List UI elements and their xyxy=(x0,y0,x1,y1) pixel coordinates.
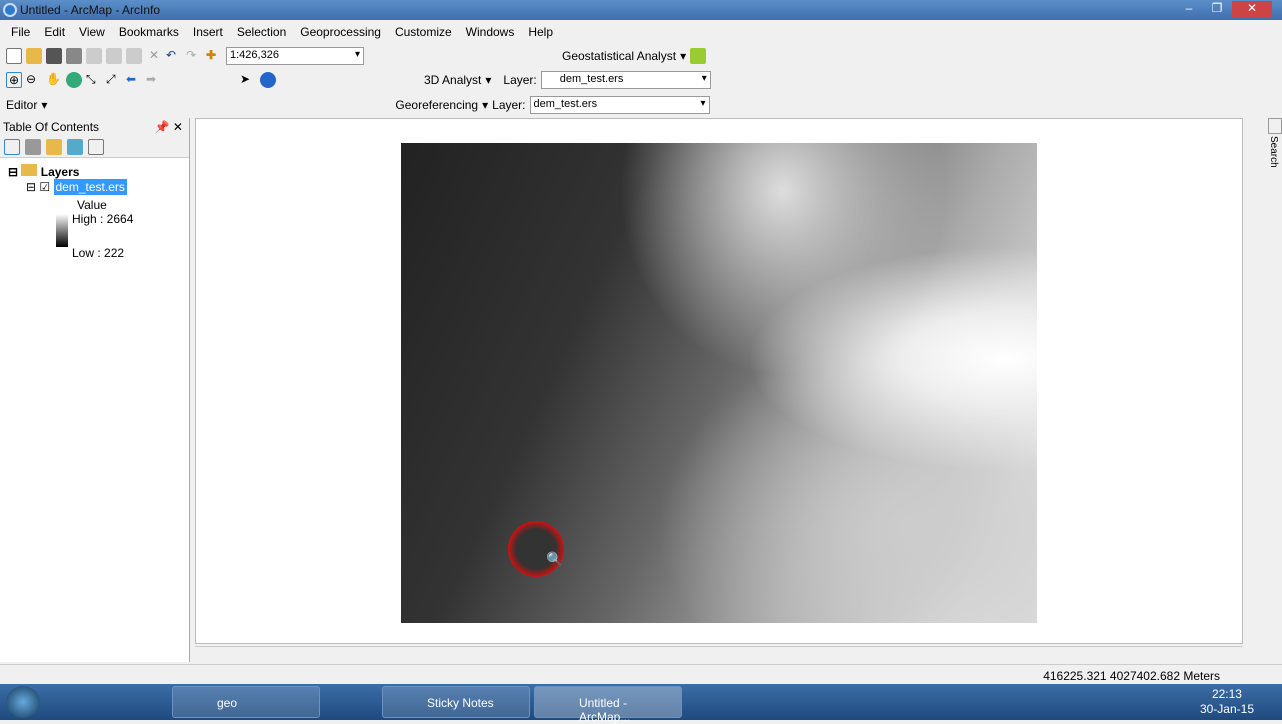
3d-layer-combo[interactable]: dem_test.ers xyxy=(540,71,711,89)
new-icon[interactable] xyxy=(6,48,22,64)
clock[interactable]: 22:13 30-Jan-15 xyxy=(1200,687,1254,717)
geostatistical-analyst-menu[interactable]: Geostatistical Analyst xyxy=(562,49,676,63)
dem-raster[interactable] xyxy=(401,143,1037,623)
toc-close-icon[interactable]: 📌 ✕ xyxy=(155,120,183,134)
layer-node[interactable]: ⊟ ☑ dem_test.ers xyxy=(26,179,127,195)
save-icon[interactable] xyxy=(46,48,62,64)
minimize-button[interactable]: – xyxy=(1176,1,1202,17)
menu-geoprocessing[interactable]: Geoprocessing xyxy=(293,25,388,39)
layer-name[interactable]: dem_test.ers xyxy=(53,179,127,195)
zoom-in-icon[interactable]: ⊕ xyxy=(6,72,22,88)
horizontal-scrollbar[interactable] xyxy=(195,646,1243,660)
taskbar-geo[interactable]: geo xyxy=(172,686,320,718)
taskbar: geo Sticky Notes Untitled - ArcMap... 22… xyxy=(0,684,1282,724)
print-icon[interactable] xyxy=(66,48,82,64)
standard-toolbar: ✕ ↶ ↷ ✚ 1:426,326 Geostatistical Analyst… xyxy=(0,44,1282,68)
list-by-visibility-icon[interactable] xyxy=(46,139,62,155)
full-extent-icon[interactable] xyxy=(66,72,82,88)
arcmap-icon xyxy=(3,3,17,17)
pan-icon[interactable]: ✋ xyxy=(46,72,62,88)
georef-layer-label: Layer: xyxy=(492,98,526,112)
copy-icon[interactable] xyxy=(106,48,122,64)
redo-icon[interactable]: ↷ xyxy=(186,48,202,64)
coordinates-readout: 416225.321 4027402.682 Meters xyxy=(1043,669,1220,683)
list-by-source-icon[interactable] xyxy=(25,139,41,155)
cut-icon[interactable] xyxy=(86,48,102,64)
zoom-out-icon[interactable]: ⊖ xyxy=(26,72,42,88)
options-icon[interactable] xyxy=(88,139,104,155)
taskbar-sticky-notes[interactable]: Sticky Notes xyxy=(382,686,530,718)
map-display[interactable]: 🔍 xyxy=(195,118,1243,644)
title-bar: Untitled - ArcMap - ArcInfo – ❐ ✕ xyxy=(0,0,1282,20)
window-title: Untitled - ArcMap - ArcInfo xyxy=(20,3,161,17)
maximize-button[interactable]: ❐ xyxy=(1204,1,1230,17)
legend-low: Low : 222 xyxy=(72,246,125,260)
tools-toolbar: ⊕ ⊖ ✋ ⤡ ⤢ ⬅ ➡ ➤ 3D Analyst ▾ Layer: dem_t… xyxy=(0,68,1282,92)
paste-icon[interactable] xyxy=(126,48,142,64)
identify-icon[interactable] xyxy=(260,72,276,88)
table-of-contents: Table Of Contents 📌 ✕ ⊟ Layers ⊟ ☑ dem_t… xyxy=(0,118,190,662)
start-button[interactable] xyxy=(6,686,40,718)
add-data-icon[interactable]: ✚ xyxy=(206,48,222,64)
editor-toolbar: Editor ▾ Georeferencing ▾ Layer: dem_test.… xyxy=(0,93,1282,117)
taskbar-arcmap[interactable]: Untitled - ArcMap... xyxy=(534,686,682,724)
list-by-selection-icon[interactable] xyxy=(67,139,83,155)
toc-title: Table Of Contents xyxy=(3,120,100,134)
layers-node[interactable]: ⊟ Layers xyxy=(8,164,79,179)
menu-windows[interactable]: Windows xyxy=(459,25,522,39)
close-button[interactable]: ✕ xyxy=(1232,1,1272,17)
menu-help[interactable]: Help xyxy=(521,25,560,39)
select-icon[interactable]: ➤ xyxy=(240,72,256,88)
back-icon[interactable]: ⬅ xyxy=(126,72,142,88)
zoom-cursor-highlight xyxy=(508,521,564,577)
legend-high: High : 2664 xyxy=(72,212,134,226)
fixed-zoom-in-icon[interactable]: ⤡ xyxy=(86,72,102,88)
menu-bar: File Edit View Bookmarks Insert Selectio… xyxy=(0,21,1282,43)
vertical-scrollbar[interactable]: Search xyxy=(1268,118,1282,644)
georef-layer-combo[interactable]: dem_test.ers xyxy=(529,96,710,114)
editor-menu[interactable]: Editor xyxy=(6,98,37,112)
menu-edit[interactable]: Edit xyxy=(37,25,72,39)
fixed-zoom-out-icon[interactable]: ⤢ xyxy=(106,72,122,88)
forward-icon[interactable]: ➡ xyxy=(146,72,162,88)
list-by-drawing-order-icon[interactable] xyxy=(4,139,20,155)
layer-checkbox[interactable]: ☑ xyxy=(39,180,50,194)
3d-analyst-menu[interactable]: 3D Analyst xyxy=(424,73,481,87)
georeferencing-menu[interactable]: Georeferencing xyxy=(395,98,478,112)
legend-value-label: Value xyxy=(77,198,107,212)
legend-ramp xyxy=(56,214,68,247)
layer-label: Layer: xyxy=(503,73,537,87)
menu-file[interactable]: File xyxy=(4,25,37,39)
delete-icon[interactable]: ✕ xyxy=(146,48,162,64)
menu-insert[interactable]: Insert xyxy=(186,25,230,39)
geostat-wizard-icon[interactable] xyxy=(690,48,707,64)
search-tab[interactable]: Search xyxy=(1268,136,1279,168)
menu-view[interactable]: View xyxy=(72,25,112,39)
menu-bookmarks[interactable]: Bookmarks xyxy=(112,25,186,39)
status-bar: 416225.321 4027402.682 Meters xyxy=(0,664,1282,684)
scale-combo[interactable]: 1:426,326 xyxy=(226,47,364,65)
menu-selection[interactable]: Selection xyxy=(230,25,293,39)
undo-icon[interactable]: ↶ xyxy=(166,48,182,64)
open-icon[interactable] xyxy=(26,48,42,64)
zoom-cursor-icon: 🔍 xyxy=(546,551,564,567)
menu-customize[interactable]: Customize xyxy=(388,25,459,39)
